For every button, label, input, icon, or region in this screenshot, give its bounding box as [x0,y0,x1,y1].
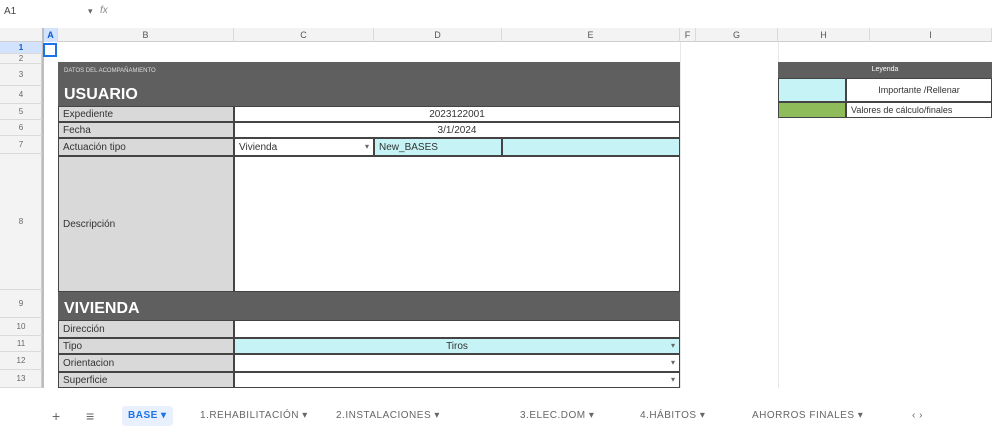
legend-swatch-important [778,78,846,102]
chevron-down-icon[interactable]: ▾ [365,142,369,151]
column-header-d[interactable]: D [374,28,502,42]
tab-rehabilitacion[interactable]: 1.REHABILITACIÓN ▾ [200,406,308,426]
selected-cell[interactable] [43,43,57,57]
legend-label-important: Importante /Rellenar [846,78,992,102]
column-header-i[interactable]: I [870,28,992,42]
column-header-c[interactable]: C [234,28,374,42]
column-header-e[interactable]: E [502,28,680,42]
column-header-g[interactable]: G [696,28,778,42]
row-header-10[interactable]: 10 [0,318,42,336]
column-header-f[interactable]: F [680,28,696,42]
legend-label-values: Valores de cálculo/finales [846,102,992,118]
section-header-vivienda: VIVIENDA [58,292,680,320]
row-header-8[interactable]: 8 [0,154,42,290]
fecha-label: Fecha [58,122,234,138]
tab-ahorros-finales[interactable]: AHORROS FINALES ▾ [752,406,863,426]
tipo-label: Tipo [58,338,234,354]
fecha-field[interactable]: 3/1/2024 [234,122,680,138]
superficie-dropdown[interactable]: ▾ [234,372,680,388]
formula-icon: fx [100,5,108,16]
chevron-down-icon[interactable]: ▾ [671,358,675,367]
actuacion-extra-field[interactable] [502,138,680,156]
tab-elec-dom[interactable]: 3.ELEC.DOM ▾ [520,406,594,426]
name-box[interactable]: A1 [4,4,44,20]
superficie-label: Superficie [58,372,234,388]
chevron-down-icon[interactable]: ▾ [671,375,675,384]
all-sheets-icon[interactable]: ≡ [86,407,94,425]
direccion-field[interactable] [234,320,680,338]
actuacion-label: Actuación tipo [58,138,234,156]
direccion-label: Dirección [58,320,234,338]
row-header-13[interactable]: 13 [0,370,42,388]
row-header-11[interactable]: 11 [0,336,42,352]
orientacion-dropdown[interactable]: ▾ [234,354,680,372]
sheet-tab-bar: + ≡ BASE ▾ 1.REHABILITACIÓN ▾ 2.INSTALAC… [0,398,992,432]
row-header-4[interactable]: 4 [0,86,42,104]
row-headers: 1 2 3 4 5 6 7 8 9 10 11 12 13 [0,42,42,388]
column-header-b[interactable]: B [58,28,234,42]
descripcion-label: Descripción [58,156,234,292]
legend-title: Leyenda [778,62,992,78]
row-header-12[interactable]: 12 [0,352,42,370]
expediente-field[interactable]: 2023122001 [234,106,680,122]
expediente-label: Expediente [58,106,234,122]
chevron-down-icon[interactable]: ▾ [88,6,93,17]
actuacion-code-field[interactable]: New_BASES [374,138,502,156]
freeze-divider [42,28,44,388]
tab-habitos[interactable]: 4.HÁBITOS ▾ [640,406,705,426]
actuacion-dropdown[interactable]: Vivienda ▾ [234,138,374,156]
section-header-usuario: DATOS DEL ACOMPAÑAMIENTO USUARIO [58,62,680,106]
legend-swatch-values [778,102,846,118]
add-sheet-icon[interactable]: + [52,407,60,425]
chevron-down-icon[interactable]: ▾ [671,341,675,350]
section-title-vivienda: VIVIENDA [64,300,140,317]
tipo-value: Tiros [446,340,468,352]
grid-line [680,42,681,388]
header-small-text: DATOS DEL ACOMPAÑAMIENTO [64,68,156,74]
row-header-1[interactable]: 1 [0,42,42,54]
orientacion-label: Orientacion [58,354,234,372]
section-title-usuario: USUARIO [64,86,138,103]
row-header-2[interactable]: 2 [0,54,42,64]
row-header-9[interactable]: 9 [0,290,42,318]
column-header-a[interactable]: A [44,28,58,42]
column-header-h[interactable]: H [778,28,870,42]
tab-instalaciones[interactable]: 2.INSTALACIONES ▾ [336,406,440,426]
tab-base[interactable]: BASE ▾ [122,406,173,426]
descripcion-field[interactable] [234,156,680,292]
row-header-6[interactable]: 6 [0,120,42,136]
row-header-7[interactable]: 7 [0,136,42,154]
tipo-dropdown[interactable]: Tiros ▾ [234,338,680,354]
row-header-5[interactable]: 5 [0,104,42,120]
column-headers: A B C D E F G H I [0,28,992,42]
tab-scroll-arrows[interactable]: ‹ › [912,406,923,426]
actuacion-value: Vivienda [239,141,278,153]
row-header-3[interactable]: 3 [0,64,42,86]
